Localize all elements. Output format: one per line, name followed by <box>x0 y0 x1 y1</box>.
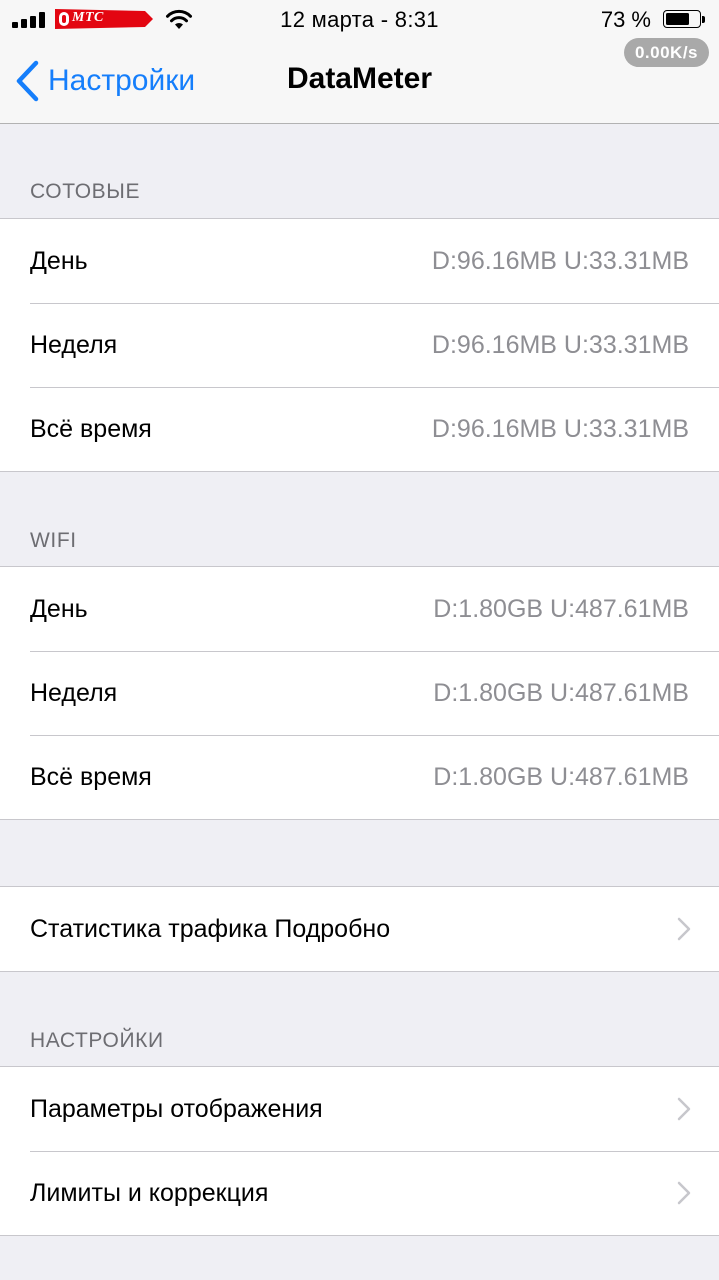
battery-icon <box>663 10 707 30</box>
status-bar: МТС 12 марта - 8:31 73 % <box>0 0 719 40</box>
navigation-bar: МТС 12 марта - 8:31 73 % 0.00K/s Настрой… <box>0 0 719 124</box>
battery-percentage: 73 % <box>600 7 651 32</box>
row-label: День <box>30 594 88 623</box>
settings-group: Параметры отображения Лимиты и коррекция <box>0 1066 719 1236</box>
row-label: Параметры отображения <box>30 1094 323 1123</box>
section-header-cellular: СОТОВЫЕ <box>30 180 141 203</box>
cellular-group: День D:96.16MB U:33.31MB Неделя D:96.16M… <box>0 218 719 472</box>
cellular-row-week: Неделя D:96.16MB U:33.31MB <box>0 303 719 387</box>
limits-correction-item[interactable]: Лимиты и коррекция <box>0 1151 719 1235</box>
section-header-wifi: WIFI <box>30 529 77 552</box>
row-label: Лимиты и коррекция <box>30 1178 269 1207</box>
row-label: Всё время <box>30 414 152 443</box>
cellular-row-all-time: Всё время D:96.16MB U:33.31MB <box>0 387 719 471</box>
chevron-right-icon <box>677 1097 691 1121</box>
row-value: D:96.16MB U:33.31MB <box>431 246 689 275</box>
row-label: День <box>30 246 88 275</box>
traffic-stats-detailed-item[interactable]: Статистика трафика Подробно <box>0 887 719 971</box>
wifi-group: День D:1.80GB U:487.61MB Неделя D:1.80GB… <box>0 566 719 820</box>
wifi-row-day: День D:1.80GB U:487.61MB <box>0 567 719 651</box>
row-value: D:1.80GB U:487.61MB <box>433 678 689 707</box>
battery-level-fill <box>666 13 690 25</box>
display-settings-item[interactable]: Параметры отображения <box>0 1067 719 1151</box>
wifi-row-week: Неделя D:1.80GB U:487.61MB <box>0 651 719 735</box>
row-value: D:96.16MB U:33.31MB <box>431 330 689 359</box>
stats-group: Статистика трафика Подробно <box>0 886 719 972</box>
row-value: D:1.80GB U:487.61MB <box>433 594 689 623</box>
wifi-row-all-time: Всё время D:1.80GB U:487.61MB <box>0 735 719 819</box>
row-label: Статистика трафика Подробно <box>30 914 391 943</box>
chevron-right-icon <box>677 917 691 941</box>
row-label: Неделя <box>30 330 118 359</box>
row-label: Неделя <box>30 678 118 707</box>
row-value: D:96.16MB U:33.31MB <box>431 414 689 443</box>
cellular-row-day: День D:96.16MB U:33.31MB <box>0 219 719 303</box>
row-value: D:1.80GB U:487.61MB <box>433 762 689 791</box>
row-label: Всё время <box>30 762 152 791</box>
section-header-settings: НАСТРОЙКИ <box>30 1029 164 1052</box>
page-title: DataMeter <box>286 62 433 95</box>
chevron-right-icon <box>677 1181 691 1205</box>
